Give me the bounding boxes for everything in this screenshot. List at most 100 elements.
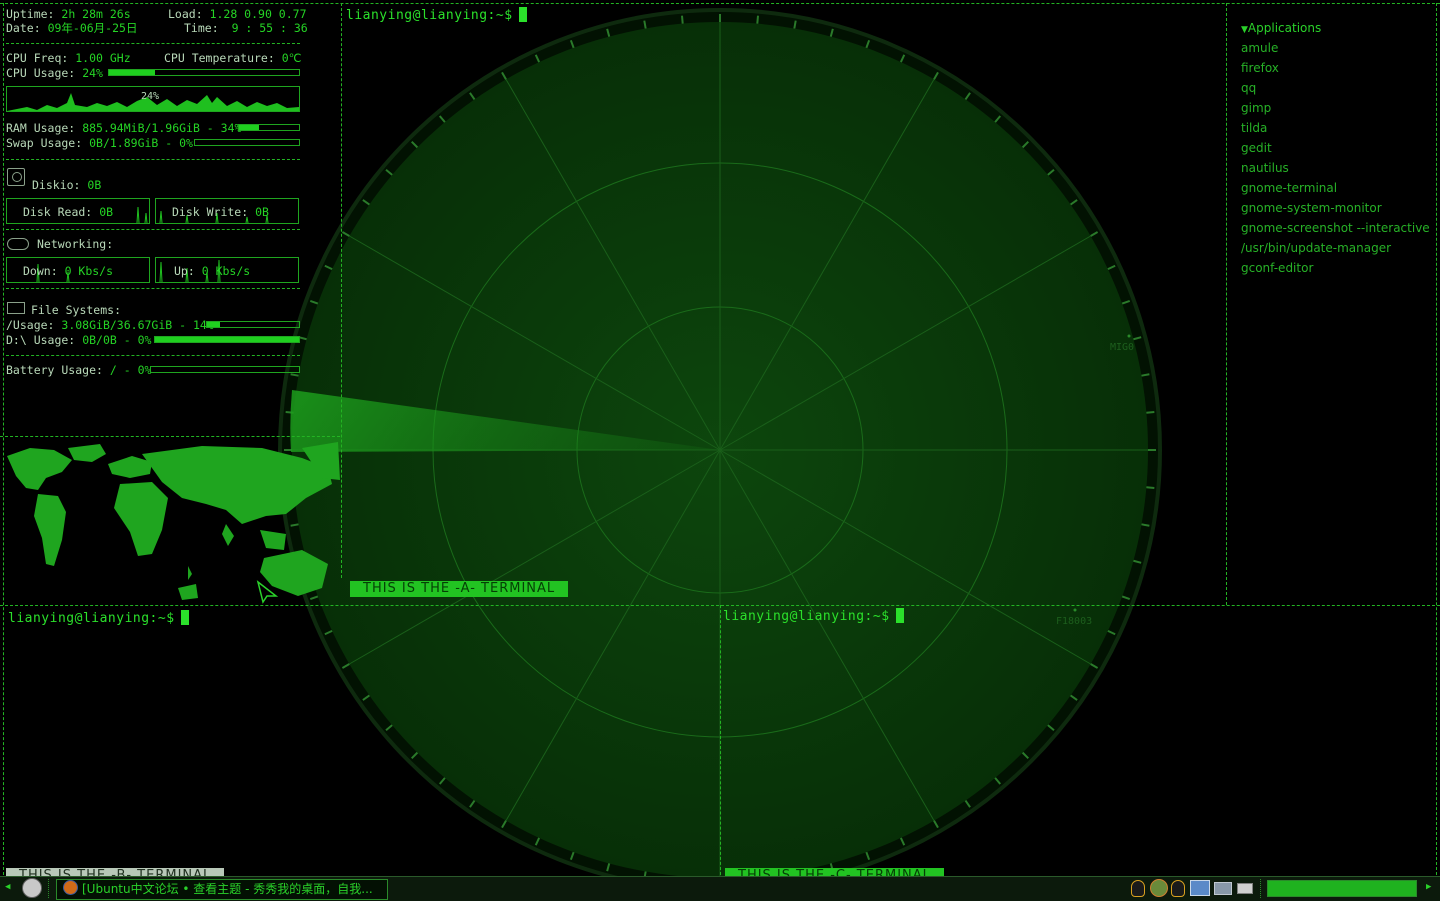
- folder-icon: [7, 302, 25, 314]
- keyboard-icon[interactable]: [1237, 883, 1253, 894]
- cpu-freq-row: CPU Freq: 1.00 GHz: [6, 51, 131, 65]
- terminal-c-prompt[interactable]: lianying@lianying:~$: [723, 608, 904, 624]
- battery-label: Battery Usage:: [6, 363, 103, 377]
- up-text: Up: 0 Kbs/s: [174, 264, 250, 278]
- taskbar-separator: [48, 879, 49, 898]
- terminal-b-banner: THIS IS THE -B- TERMINAL: [6, 868, 225, 876]
- diskio-value: 0B: [87, 178, 102, 192]
- disk-read-graph: Disk Read: 0B: [6, 198, 150, 224]
- qq-icon[interactable]: [1131, 880, 1145, 897]
- image-viewer-icon[interactable]: [1190, 880, 1210, 896]
- root-usage-label: /Usage:: [6, 318, 55, 332]
- menu-item[interactable]: gimp: [1241, 98, 1430, 118]
- menu-item[interactable]: gnome-terminal: [1241, 178, 1430, 198]
- uptime-label: Uptime:: [6, 7, 55, 21]
- qq-icon[interactable]: [1171, 880, 1185, 897]
- radar-tick: [290, 373, 299, 377]
- divider: [1226, 3, 1227, 605]
- radar-tick: [1146, 411, 1155, 414]
- date-label: Date:: [6, 21, 41, 35]
- time-label: Time:: [184, 21, 219, 35]
- cpu-graph-label: 24%: [141, 91, 160, 102]
- up-label: Up:: [174, 264, 195, 278]
- applications-menu: ▼Applications amule firefox qq gimp tilda ged…: [1241, 18, 1430, 278]
- diskio-row: Diskio: 0B: [32, 178, 101, 192]
- menu-item[interactable]: /usr/bin/update-manager: [1241, 238, 1430, 258]
- task-firefox-forum[interactable]: [Ubuntu中文论坛 • 查看主题 - 秀秀我的桌面，自我...: [56, 879, 388, 900]
- disk-write-value: 0B: [255, 205, 269, 219]
- taskbar-scroll-right-icon[interactable]: ▶: [1426, 882, 1431, 892]
- terminal-cursor: [180, 610, 189, 625]
- divider: [6, 159, 300, 160]
- world-map: [7, 442, 340, 600]
- uptime-value: 2h 28m 26s: [61, 7, 131, 21]
- taskbar: ◀ [Ubuntu中文论坛 • 查看主题 - 秀秀我的桌面，自我... ▶: [0, 876, 1440, 901]
- divider: [720, 605, 721, 875]
- cpu-freq-label: CPU Freq:: [6, 51, 69, 65]
- down-text: Down: 0 Kbs/s: [23, 264, 113, 278]
- date-row: Date: 09年-06月-25日: [6, 21, 137, 35]
- d-usage-fill: [155, 337, 299, 342]
- menu-item[interactable]: gedit: [1241, 138, 1430, 158]
- terminal-cursor: [895, 608, 904, 623]
- d-usage-bar: [154, 336, 300, 343]
- radar-tick: [681, 15, 684, 24]
- root-usage-value: 3.08GiB/36.67GiB - 14%: [61, 318, 214, 332]
- divider: [6, 288, 300, 289]
- cpu-usage-bar: [108, 69, 300, 76]
- applications-menu-header[interactable]: ▼Applications: [1241, 18, 1430, 38]
- amule-icon[interactable]: [1150, 879, 1168, 897]
- menu-item[interactable]: qq: [1241, 78, 1430, 98]
- radar-tick: [793, 20, 797, 29]
- cpu-temp-label: CPU Temperature:: [164, 51, 275, 65]
- swap-value: 0B/1.89GiB - 0%: [89, 136, 193, 150]
- divider: [0, 3, 1440, 4]
- d-usage-row: D:\ Usage: 0B/0B - 0%: [6, 333, 151, 347]
- terminal-a-prompt-text: lianying@lianying:~$: [346, 8, 513, 23]
- divider: [0, 436, 340, 437]
- menu-item[interactable]: gnome-system-monitor: [1241, 198, 1430, 218]
- swap-bar: [194, 139, 300, 146]
- up-graph: Up: 0 Kbs/s: [155, 257, 299, 283]
- root-usage-bar: [206, 321, 300, 328]
- load-label: Load:: [168, 7, 203, 21]
- divider: [1436, 3, 1437, 875]
- taskbar-scroll-left-icon[interactable]: ◀: [5, 882, 10, 892]
- load-value: 1.28 0.90 0.77: [209, 7, 307, 21]
- taskbar-separator: [1260, 879, 1261, 898]
- ram-bar: [238, 124, 300, 131]
- printer-icon[interactable]: [1214, 882, 1232, 895]
- battery-value: / - 0%: [109, 363, 152, 377]
- ram-value: 885.94MiB/1.96GiB - 34%: [82, 121, 242, 135]
- terminal-b-prompt[interactable]: lianying@lianying:~$: [8, 610, 189, 626]
- radar-tick: [1146, 486, 1155, 489]
- terminal-cursor: [518, 7, 527, 22]
- ram-row: RAM Usage: 885.94MiB/1.96GiB - 34%: [6, 121, 241, 135]
- terminal-c-prompt-text: lianying@lianying:~$: [723, 609, 890, 624]
- menu-item[interactable]: gnome-screenshot --interactive: [1241, 218, 1430, 238]
- terminal-a-prompt[interactable]: lianying@lianying:~$: [346, 7, 527, 23]
- cpu-temp-value: 0℃: [281, 51, 302, 65]
- terminal-a-banner: THIS IS THE -A- TERMINAL: [350, 581, 569, 597]
- cpu-usage-row: CPU Usage: 24%: [6, 66, 103, 80]
- main-menu-icon[interactable]: [22, 878, 42, 898]
- divider: [6, 229, 300, 230]
- disk-write-text: Disk Write: 0B: [172, 205, 269, 219]
- menu-item[interactable]: gconf-editor: [1241, 258, 1430, 278]
- menu-item[interactable]: tilda: [1241, 118, 1430, 138]
- load-row: Load: 1.28 0.90 0.77: [168, 7, 307, 21]
- radar-tick: [1141, 373, 1150, 377]
- down-graph: Down: 0 Kbs/s: [6, 257, 150, 283]
- up-value: 0 Kbs/s: [201, 264, 251, 278]
- down-value: 0 Kbs/s: [64, 264, 114, 278]
- swap-row: Swap Usage: 0B/1.89GiB - 0%: [6, 136, 193, 150]
- applications-menu-title: Applications: [1247, 21, 1322, 35]
- firefox-icon: [63, 880, 78, 895]
- menu-item[interactable]: firefox: [1241, 58, 1430, 78]
- menu-item[interactable]: amule: [1241, 38, 1430, 58]
- date-value: 09年-06月-25日: [47, 21, 138, 35]
- menu-item[interactable]: nautilus: [1241, 158, 1430, 178]
- d-usage-label: D:\ Usage:: [6, 333, 76, 347]
- root-usage-fill: [207, 322, 220, 327]
- radar-blip-label: F18003: [1056, 616, 1092, 627]
